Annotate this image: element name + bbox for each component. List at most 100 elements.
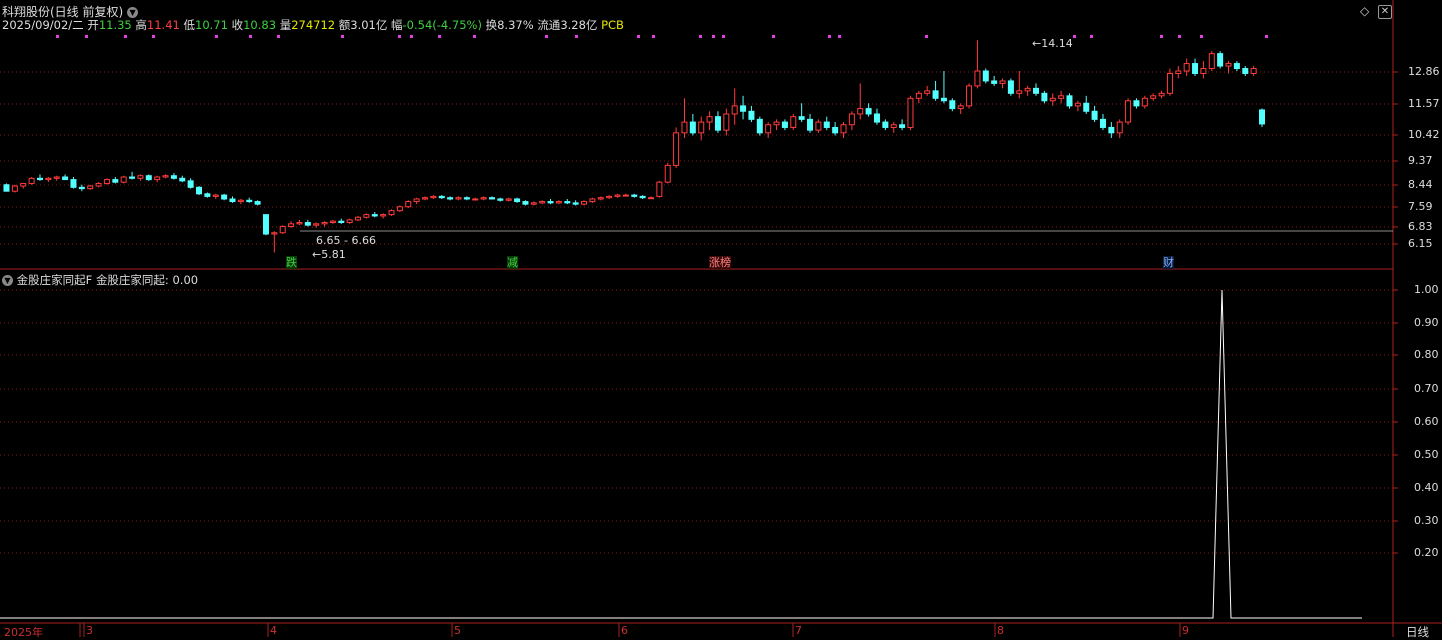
candle-body — [840, 124, 847, 134]
signal-dot — [249, 35, 252, 38]
candle-body — [714, 116, 721, 131]
event-marker-reduce[interactable]: 减 — [506, 254, 519, 270]
candle — [237, 198, 244, 205]
candle — [447, 196, 454, 201]
candle-body — [463, 197, 470, 200]
candle-body — [1049, 97, 1056, 102]
candle-body — [480, 197, 487, 200]
candle — [731, 88, 738, 125]
candle-body — [53, 176, 60, 179]
candle — [254, 200, 261, 206]
event-marker-limitup[interactable]: 涨榜 — [708, 254, 732, 270]
indicator-tick-label: 0.40 — [1414, 481, 1439, 494]
indicator-tick-label: 0.50 — [1414, 448, 1439, 461]
candle-body — [162, 175, 169, 178]
candle-body — [229, 198, 236, 203]
candle-body — [740, 105, 747, 112]
candle — [53, 175, 60, 181]
candle-body — [279, 225, 286, 234]
candle-body — [673, 132, 680, 166]
candle-body — [1066, 95, 1073, 107]
candle — [388, 209, 395, 216]
candle — [463, 196, 470, 201]
candle-body — [1242, 68, 1249, 74]
candle-body — [129, 176, 136, 179]
candle-body — [530, 202, 537, 205]
candle — [723, 108, 730, 136]
candle — [656, 180, 663, 198]
candle — [840, 122, 847, 138]
candle-body — [848, 113, 855, 126]
time-tick-label: 6 — [621, 624, 628, 637]
candle-body — [765, 124, 772, 134]
arrow-left-icon: ← — [312, 248, 322, 261]
signal-dot — [925, 35, 928, 38]
candle-body — [1133, 100, 1140, 107]
candle-body — [966, 85, 973, 107]
candle — [145, 174, 152, 181]
time-tick-label: 3 — [86, 624, 93, 637]
candle — [991, 75, 998, 86]
candle-body — [187, 180, 194, 188]
period-label[interactable]: 日线 — [1406, 624, 1429, 640]
event-marker-finance[interactable]: 财 — [1162, 254, 1175, 270]
candle — [1192, 58, 1199, 76]
candle — [405, 200, 412, 209]
candle — [36, 174, 43, 181]
candle — [848, 111, 855, 131]
candle-body — [723, 113, 730, 131]
candle — [304, 219, 311, 227]
candle — [555, 200, 562, 205]
price-tick-label: 11.57 — [1408, 97, 1440, 110]
candle-body — [991, 80, 998, 84]
candle — [87, 184, 94, 190]
candle — [204, 192, 211, 198]
candle — [982, 68, 989, 84]
arrow-left-icon: ← — [1032, 37, 1042, 50]
candle-body — [1183, 63, 1190, 72]
candle — [639, 195, 646, 199]
candle — [949, 98, 956, 112]
candle-body — [405, 201, 412, 208]
candle-body — [1233, 63, 1240, 70]
candle-body — [656, 181, 663, 197]
signal-dot — [410, 35, 413, 38]
candle — [1066, 93, 1073, 109]
price-chart[interactable] — [0, 0, 1442, 637]
low-point-annotation: ←5.81 — [312, 248, 346, 261]
candle-body — [329, 220, 336, 224]
chevron-down-icon[interactable]: ▼ — [2, 275, 13, 286]
candle — [162, 174, 169, 179]
candle-body — [1259, 109, 1265, 125]
candle — [1225, 61, 1232, 74]
candle-body — [388, 210, 395, 216]
candle-body — [614, 194, 621, 197]
signal-dot — [1090, 35, 1093, 38]
candle-body — [899, 124, 906, 128]
candle-body — [1158, 92, 1165, 97]
candle-body — [689, 121, 696, 134]
candle-body — [539, 201, 546, 204]
candle — [873, 108, 880, 125]
event-marker-drop[interactable]: 跌 — [285, 254, 298, 270]
candle — [296, 219, 303, 226]
candle — [882, 119, 889, 131]
candle-body — [949, 100, 956, 110]
candle-body — [564, 201, 571, 204]
candle-body — [505, 198, 512, 201]
signal-dot — [1073, 35, 1076, 38]
candle — [765, 122, 772, 138]
candle — [798, 103, 805, 123]
candle — [271, 231, 278, 253]
candle-body — [1016, 90, 1023, 94]
candle — [698, 116, 705, 141]
indicator-header[interactable]: ▼ 金股庄家同起F 金股庄家同起: 0.00 — [2, 272, 198, 288]
candle — [288, 221, 295, 228]
candle-body — [45, 177, 52, 181]
candle — [790, 113, 797, 131]
candle — [1150, 93, 1157, 101]
candle — [597, 196, 604, 201]
candle-body — [974, 70, 981, 87]
candle-body — [422, 197, 428, 200]
low-point-value: 5.81 — [321, 248, 346, 261]
